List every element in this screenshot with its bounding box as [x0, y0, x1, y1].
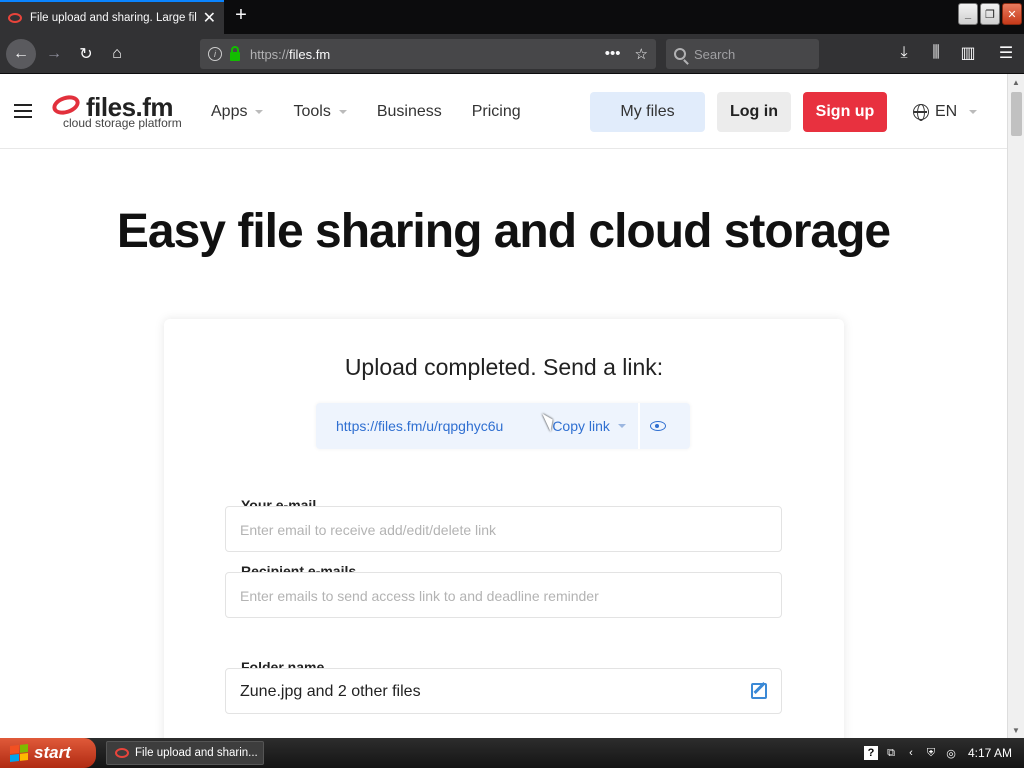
nav-apps[interactable]: Apps [211, 103, 264, 121]
files-fm-favicon-icon [115, 748, 129, 758]
logo-mark-icon [49, 92, 83, 118]
search-icon [674, 48, 686, 60]
site-info-icon[interactable]: i [208, 47, 222, 61]
chevron-down-icon [255, 110, 264, 114]
chevron-down-icon [617, 424, 626, 428]
close-window-button[interactable]: ✕ [1002, 3, 1022, 25]
browser-tab[interactable]: File upload and sharing. Large file ✕ [0, 0, 224, 34]
search-placeholder: Search [694, 46, 736, 62]
home-button[interactable]: ⌂ [103, 40, 131, 68]
tab-close-icon[interactable]: ✕ [203, 8, 216, 28]
logo-tagline: cloud storage platform [63, 116, 182, 130]
chevron-down-icon [969, 110, 978, 114]
copy-link-button[interactable]: Copy link [552, 418, 626, 434]
divider [637, 403, 640, 449]
language-selector[interactable]: EN [913, 103, 978, 121]
your-email-field[interactable] [225, 506, 782, 552]
your-email-input[interactable] [240, 519, 740, 541]
windows-taskbar: start File upload and sharin... ? ⧉ ‹ ⛨ … [0, 738, 1024, 768]
library-icon[interactable]: ⫼ [922, 39, 950, 67]
browser-toolbar: ← → ↻ ⌂ i https://files.fm ••• ☆ Search … [0, 34, 1024, 74]
nav-apps-label: Apps [211, 103, 248, 120]
hamburger-menu-icon[interactable] [14, 104, 32, 118]
share-link-box: https://files.fm/u/rqpghyc6u Copy link [316, 403, 690, 449]
copy-link-label: Copy link [552, 418, 610, 434]
chrome-icon[interactable]: ◎ [944, 746, 958, 760]
clock: 4:17 AM [967, 746, 1012, 760]
windows-logo-icon [10, 744, 28, 762]
start-label: start [34, 743, 71, 762]
nav-tools-label: Tools [293, 103, 331, 120]
downloads-icon[interactable]: ⤓ [890, 39, 918, 67]
language-label: EN [935, 103, 958, 120]
web-page: files.fm cloud storage platform Apps Too… [0, 74, 1007, 738]
eye-icon[interactable] [649, 421, 666, 431]
files-fm-favicon-icon [8, 13, 22, 23]
nav-business[interactable]: Business [377, 103, 442, 121]
globe-icon [913, 104, 929, 121]
upload-card: Upload completed. Send a link: https://f… [164, 319, 844, 738]
log-in-button[interactable]: Log in [717, 92, 791, 132]
folder-name-value: Zune.jpg and 2 other files [240, 683, 421, 700]
taskbar-window-label: File upload and sharin... [135, 747, 258, 759]
tab-title: File upload and sharing. Large file [30, 12, 197, 24]
page-actions-icon[interactable]: ••• [605, 45, 621, 63]
security-icon[interactable]: ⛨ [924, 746, 938, 760]
scrollbar-thumb[interactable] [1011, 92, 1022, 136]
window-controls: _ ❐ ✕ [958, 3, 1022, 25]
sidebar-icon[interactable]: ▥ [954, 39, 982, 67]
nav-tools[interactable]: Tools [293, 103, 347, 121]
search-box[interactable]: Search [666, 39, 819, 69]
lock-icon [230, 45, 240, 61]
sign-up-button[interactable]: Sign up [803, 92, 887, 132]
minimize-button[interactable]: _ [958, 3, 978, 25]
chevron-down-icon [338, 110, 347, 114]
scroll-down-icon[interactable]: ▼ [1008, 722, 1024, 738]
recipient-emails-field[interactable] [225, 572, 782, 618]
folder-name-field[interactable]: Zune.jpg and 2 other files [225, 668, 782, 714]
edit-icon[interactable] [751, 683, 767, 699]
recipient-emails-input[interactable] [240, 585, 740, 607]
help-icon[interactable]: ? [864, 746, 878, 760]
nav-business-label: Business [376, 103, 442, 120]
address-bar[interactable]: i https://files.fm ••• ☆ [200, 39, 656, 69]
restore-button[interactable]: ❐ [980, 3, 1000, 25]
forward-button[interactable]: → [40, 40, 68, 68]
back-button[interactable]: ← [6, 39, 36, 69]
taskbar-firefox-window[interactable]: File upload and sharin... [106, 741, 264, 765]
start-button[interactable]: start [0, 738, 96, 768]
url-protocol: https:// [250, 46, 290, 62]
my-files-button[interactable]: My files [590, 92, 705, 132]
nav-pricing[interactable]: Pricing [472, 103, 521, 121]
main-nav: Apps Tools Business Pricing [211, 103, 551, 121]
network-icon[interactable]: ⧉ [884, 746, 898, 760]
tray-expand-icon[interactable]: ‹ [904, 746, 918, 760]
bookmark-star-icon[interactable]: ☆ [635, 45, 648, 63]
share-link[interactable]: https://files.fm/u/rqpghyc6u [336, 418, 503, 434]
system-tray: ? ⧉ ‹ ⛨ ◎ 4:17 AM [858, 738, 1024, 768]
site-logo[interactable]: files.fm cloud storage platform [49, 92, 192, 132]
menu-icon[interactable]: ☰ [992, 39, 1020, 67]
hero-title: Easy file sharing and cloud storage [116, 205, 891, 258]
url-host: files.fm [289, 46, 331, 62]
nav-pricing-label: Pricing [471, 103, 521, 120]
browser-titlebar: File upload and sharing. Large file ✕ + … [0, 0, 1024, 34]
site-header: files.fm cloud storage platform Apps Too… [0, 74, 1007, 149]
vertical-scrollbar[interactable]: ▲ ▼ [1007, 74, 1024, 738]
new-tab-button[interactable]: + [230, 4, 252, 27]
upload-completed-title: Upload completed. Send a link: [344, 354, 664, 380]
reload-button[interactable]: ↻ [72, 40, 100, 68]
scroll-up-icon[interactable]: ▲ [1008, 74, 1024, 90]
